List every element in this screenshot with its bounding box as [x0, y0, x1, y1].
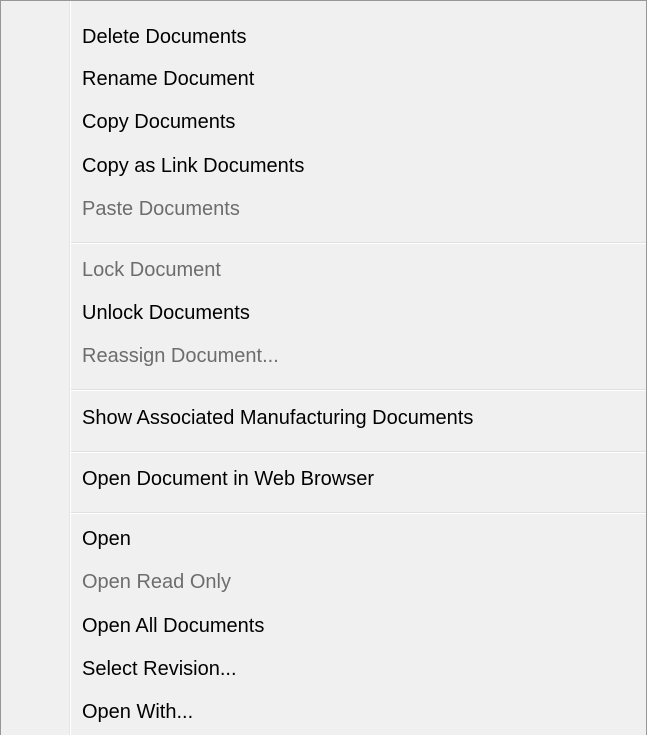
icon-gutter: [1, 1, 69, 735]
menu-item-paste-documents: Paste Documents: [82, 198, 240, 220]
menu-item-open-all-documents[interactable]: Open All Documents: [71, 606, 644, 646]
menu-item-rename-document[interactable]: Rename Document: [71, 59, 644, 99]
menu-item-open-document-in-web-browser[interactable]: Open Document in Web Browser: [71, 459, 644, 499]
menu-separator: [71, 451, 646, 453]
menu-item-delete-documents[interactable]: Delete Documents: [71, 17, 644, 57]
menu-item-open-with[interactable]: Open With...: [71, 692, 644, 732]
menu-separator: [71, 512, 646, 514]
menu-item-copy-as-link-documents[interactable]: Copy as Link Documents: [71, 146, 644, 186]
menu-item-open[interactable]: Open: [71, 519, 644, 559]
menu-separator: [71, 242, 646, 244]
menu-separator: [71, 389, 646, 391]
menu-item-select-revision[interactable]: Select Revision...: [71, 649, 644, 689]
menu-item-copy-documents[interactable]: Copy Documents: [71, 102, 644, 142]
menu-item-open-read-only: Open Read Only: [82, 571, 231, 593]
menu-item-reassign-document: Reassign Document...: [82, 345, 279, 367]
context-menu: Delete Documents Rename Document Copy Do…: [0, 0, 647, 735]
menu-item-unlock-documents[interactable]: Unlock Documents: [71, 293, 644, 333]
menu-item-show-associated-manufacturing-documents[interactable]: Show Associated Manufacturing Documents: [71, 398, 644, 438]
menu-item-lock-document: Lock Document: [82, 259, 221, 281]
